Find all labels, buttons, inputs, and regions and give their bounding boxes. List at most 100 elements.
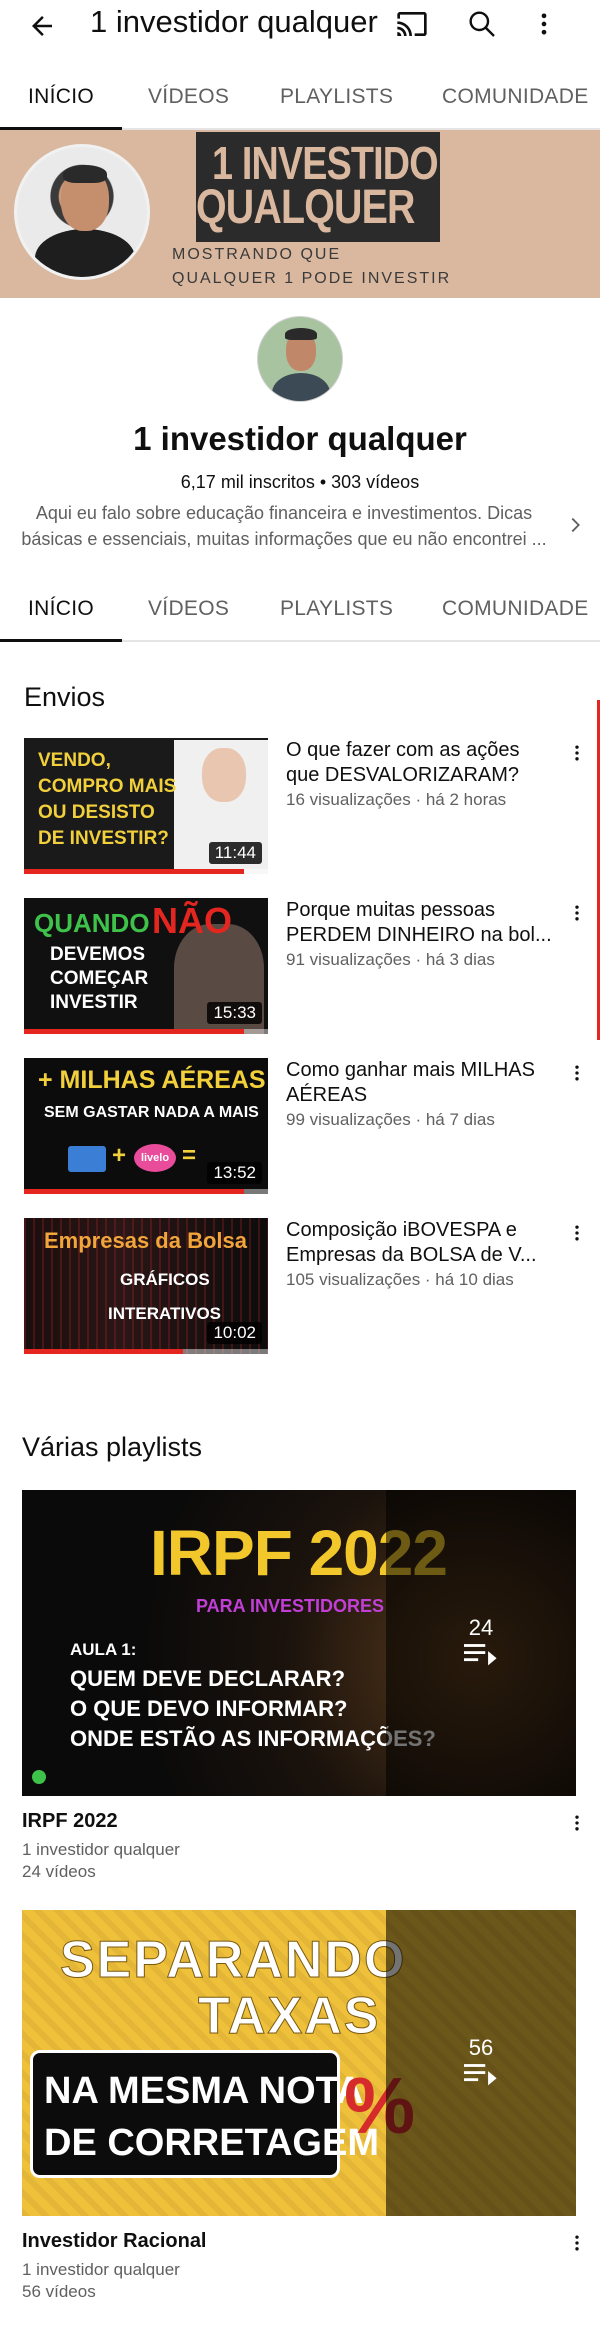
video-thumbnail[interactable]: QUANDO NÃO DEVEMOS COMEÇAR INVESTIR 15:3… [24, 898, 268, 1034]
cast-icon[interactable] [392, 4, 432, 44]
globe-icon [32, 1770, 46, 1784]
thumb-text: PARA INVESTIDORES [196, 1596, 385, 1616]
channel-banner: 1 INVESTIDOR QUALQUER MOSTRANDO QUE QUAL… [0, 130, 600, 298]
tab-playlists[interactable]: PLAYLISTS [280, 576, 393, 642]
thumb-text: QUEM DEVE DECLARAR? [70, 1666, 346, 1691]
active-tab-indicator [0, 639, 122, 642]
video-thumbnail[interactable]: Empresas da Bolsa GRÁFICOS INTERATIVOS 1… [24, 1218, 268, 1354]
channel-stats: 6,17 mil inscritos • 303 vídeos [180, 472, 420, 492]
video-meta: 91 visualizações · há 3 dias [286, 950, 495, 969]
thumb-text: QUANDO [34, 908, 150, 938]
video-thumbnail[interactable]: VENDO, COMPRO MAIS OU DESISTO DE INVESTI… [24, 738, 268, 874]
playlist-icon [464, 2061, 498, 2092]
thumb-text: COMPRO MAIS [38, 776, 177, 797]
channel-title: 1 investidor qualquer [90, 4, 378, 39]
video-duration: 10:02 [207, 1322, 262, 1344]
tab-videos[interactable]: VÍDEOS [148, 64, 229, 130]
video-item[interactable]: VENDO, COMPRO MAIS OU DESISTO DE INVESTI… [0, 738, 600, 878]
video-title-line: Empresas da BOLSA de V... [286, 1244, 537, 1266]
playlists-section-title: Várias playlists [22, 1432, 203, 1462]
video-title-line: Como ganhar mais MILHAS [286, 1059, 535, 1081]
video-title[interactable]: Composição iBOVESPA e Empresas da BOLSA … [286, 1218, 556, 1268]
channel-avatar[interactable] [257, 316, 343, 402]
playlist-icon [464, 1641, 498, 1672]
description-line-1: Aqui eu falo sobre educação financeira e… [35, 503, 533, 523]
channel-name: 1 investidor qualquer [133, 420, 467, 457]
playlist-name[interactable]: IRPF 2022 [22, 1810, 118, 1833]
video-item[interactable]: Empresas da Bolsa GRÁFICOS INTERATIVOS 1… [0, 1218, 600, 1358]
thumb-text: SEM GASTAR NADA A MAIS [44, 1104, 259, 1121]
tab-playlists[interactable]: PLAYLISTS [280, 64, 393, 130]
video-thumbnail[interactable]: + MILHAS AÉREAS SEM GASTAR NADA A MAIS +… [24, 1058, 268, 1194]
more-vert-icon[interactable] [564, 1808, 590, 1838]
tab-inicio[interactable]: INÍCIO [28, 64, 94, 130]
top-app-bar: 1 investidor qualquer [0, 0, 600, 66]
channel-description[interactable]: Aqui eu falo sobre educação financeira e… [14, 500, 554, 552]
video-title-line: PERDEM DINHEIRO na bol... [286, 924, 552, 946]
playlist-owner: 1 investidor qualquer [22, 1840, 180, 1859]
video-title-line: que DESVALORIZARAM? [286, 764, 520, 786]
thumb-text: DEVEMOS [50, 944, 146, 965]
video-title-line: O que fazer com as ações [286, 739, 520, 761]
video-meta: 99 visualizações · há 7 dias [286, 1110, 495, 1129]
video-title-line: Composição iBOVESPA e [286, 1219, 517, 1241]
thumb-text: INVESTIR [50, 992, 138, 1013]
video-title[interactable]: Como ganhar mais MILHAS AÉREAS [286, 1058, 556, 1108]
thumb-text: INTERATIVOS [108, 1304, 222, 1323]
more-vert-icon[interactable] [564, 1058, 590, 1088]
more-vert-icon[interactable] [524, 4, 564, 44]
playlist-count-overlay: 56 [386, 1910, 576, 2216]
more-vert-icon[interactable] [564, 1218, 590, 1248]
thumb-text: VENDO, [38, 750, 111, 771]
tab-comunidade[interactable]: COMUNIDADE [442, 576, 589, 642]
livelo-logo: livelo [134, 1144, 176, 1172]
video-meta: 105 visualizações · há 10 dias [286, 1270, 514, 1289]
video-duration: 13:52 [207, 1162, 262, 1184]
thumb-text: NA MESMA NOTA [44, 2070, 364, 2112]
banner-line-2: QUALQUER [196, 181, 415, 234]
video-title-line: AÉREAS [286, 1084, 368, 1106]
playlist-count: 56 [468, 2034, 494, 2060]
channel-tabs-top: INÍCIO VÍDEOS PLAYLISTS COMUNIDADE [0, 64, 600, 130]
video-item[interactable]: QUANDO NÃO DEVEMOS COMEÇAR INVESTIR 15:3… [0, 898, 600, 1038]
watch-progress-bar [24, 1029, 244, 1034]
more-vert-icon[interactable] [564, 898, 590, 928]
playlist-count-overlay: 24 [386, 1490, 576, 1796]
video-title-line: Porque muitas pessoas [286, 899, 496, 921]
banner-line-4: QUALQUER 1 PODE INVESTIR [172, 270, 452, 287]
card-icon [68, 1146, 106, 1172]
playlist-name[interactable]: Investidor Racional [22, 2230, 207, 2253]
more-vert-icon[interactable] [564, 738, 590, 768]
channel-tabs-sticky: INÍCIO VÍDEOS PLAYLISTS COMUNIDADE [0, 576, 600, 642]
thumb-text: DE INVESTIR? [38, 828, 169, 849]
tab-inicio[interactable]: INÍCIO [28, 576, 94, 642]
video-duration: 15:33 [207, 1002, 262, 1024]
thumb-text: OU DESISTO [38, 802, 155, 823]
video-meta: 16 visualizações · há 2 horas [286, 790, 507, 809]
tab-videos[interactable]: VÍDEOS [148, 576, 229, 642]
watch-progress-bar [24, 1189, 244, 1194]
search-icon[interactable] [462, 4, 502, 44]
thumb-text: O QUE DEVO INFORMAR? [70, 1696, 348, 1721]
video-item[interactable]: + MILHAS AÉREAS SEM GASTAR NADA A MAIS +… [0, 1058, 600, 1198]
tab-comunidade[interactable]: COMUNIDADE [442, 64, 589, 130]
more-vert-icon[interactable] [564, 2228, 590, 2258]
uploads-section-title: Envios [24, 682, 106, 712]
thumb-text: NÃO [152, 900, 232, 941]
banner-line-3: MOSTRANDO QUE [172, 246, 342, 263]
playlist-count: 24 [468, 1614, 494, 1640]
watch-progress-bar [24, 1349, 183, 1354]
video-title[interactable]: Porque muitas pessoas PERDEM DINHEIRO na… [286, 898, 556, 948]
thumb-text: GRÁFICOS [120, 1270, 210, 1289]
playlist-thumbnail[interactable]: SEPARANDO TAXAS NA MESMA NOTA DE CORRETA… [22, 1910, 576, 2216]
thumb-text: ONDE ESTÃO AS INFORMAÇÕES? [70, 1726, 436, 1751]
thumb-text: COMEÇAR [50, 968, 149, 989]
playlist-video-count: 56 vídeos [22, 2282, 96, 2301]
chevron-right-icon[interactable] [560, 510, 590, 540]
playlist-owner: 1 investidor qualquer [22, 2260, 180, 2279]
thumb-text: SEPARANDO [59, 1931, 407, 1990]
video-title[interactable]: O que fazer com as ações que DESVALORIZA… [286, 738, 556, 788]
thumb-text: AULA 1: [70, 1640, 137, 1659]
back-arrow-icon[interactable] [22, 6, 62, 46]
playlist-thumbnail[interactable]: IRPF 2022 PARA INVESTIDORES AULA 1: QUEM… [22, 1490, 576, 1796]
